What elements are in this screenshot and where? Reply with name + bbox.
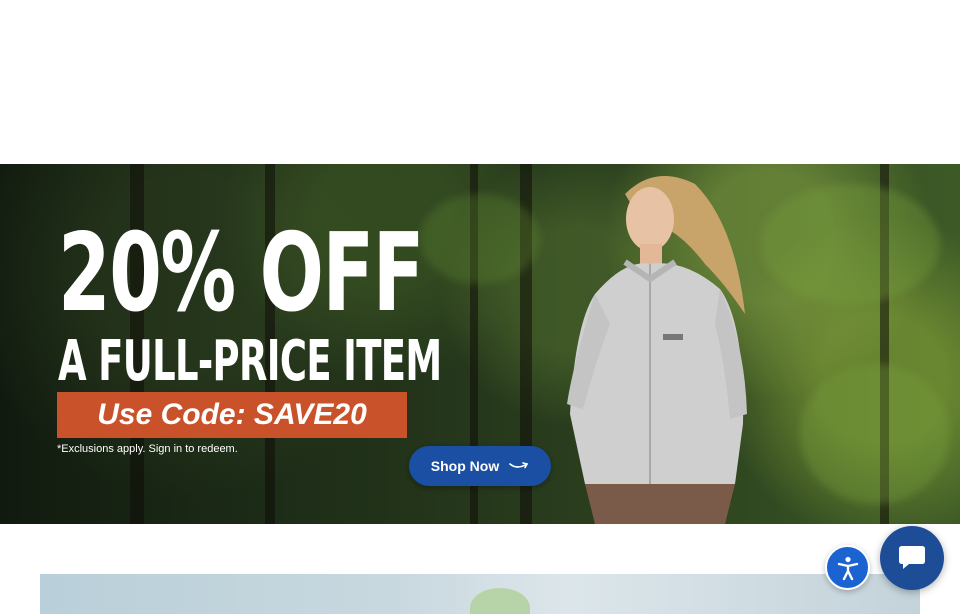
chat-button[interactable] xyxy=(880,526,944,590)
header-area xyxy=(0,0,960,164)
shop-now-label: Shop Now xyxy=(430,458,500,474)
exclusions-note: *Exclusions apply. Sign in to redeem. xyxy=(57,443,238,455)
hero-banner: 20% OFF A FULL-PRICE ITEM Use Code: SAVE… xyxy=(0,164,960,524)
foliage xyxy=(760,184,940,304)
swoosh-arrow-icon xyxy=(509,462,529,469)
shop-now-button[interactable]: Shop Now xyxy=(409,446,551,486)
promo-code-text: Use Code: SAVE20 xyxy=(97,398,367,431)
secondary-promo-image[interactable] xyxy=(40,574,920,614)
promo-headline: 20% OFF xyxy=(58,211,424,336)
accessibility-button[interactable] xyxy=(825,545,870,590)
promo-code-banner: Use Code: SAVE20 xyxy=(57,392,407,438)
accessibility-icon xyxy=(837,556,858,580)
promo-subheadline: A FULL-PRICE ITEM xyxy=(58,329,442,394)
product-shape xyxy=(470,588,530,614)
model-photo xyxy=(567,176,747,524)
chat-bubble-icon xyxy=(899,546,925,569)
foliage xyxy=(800,364,950,504)
foliage xyxy=(420,194,540,284)
